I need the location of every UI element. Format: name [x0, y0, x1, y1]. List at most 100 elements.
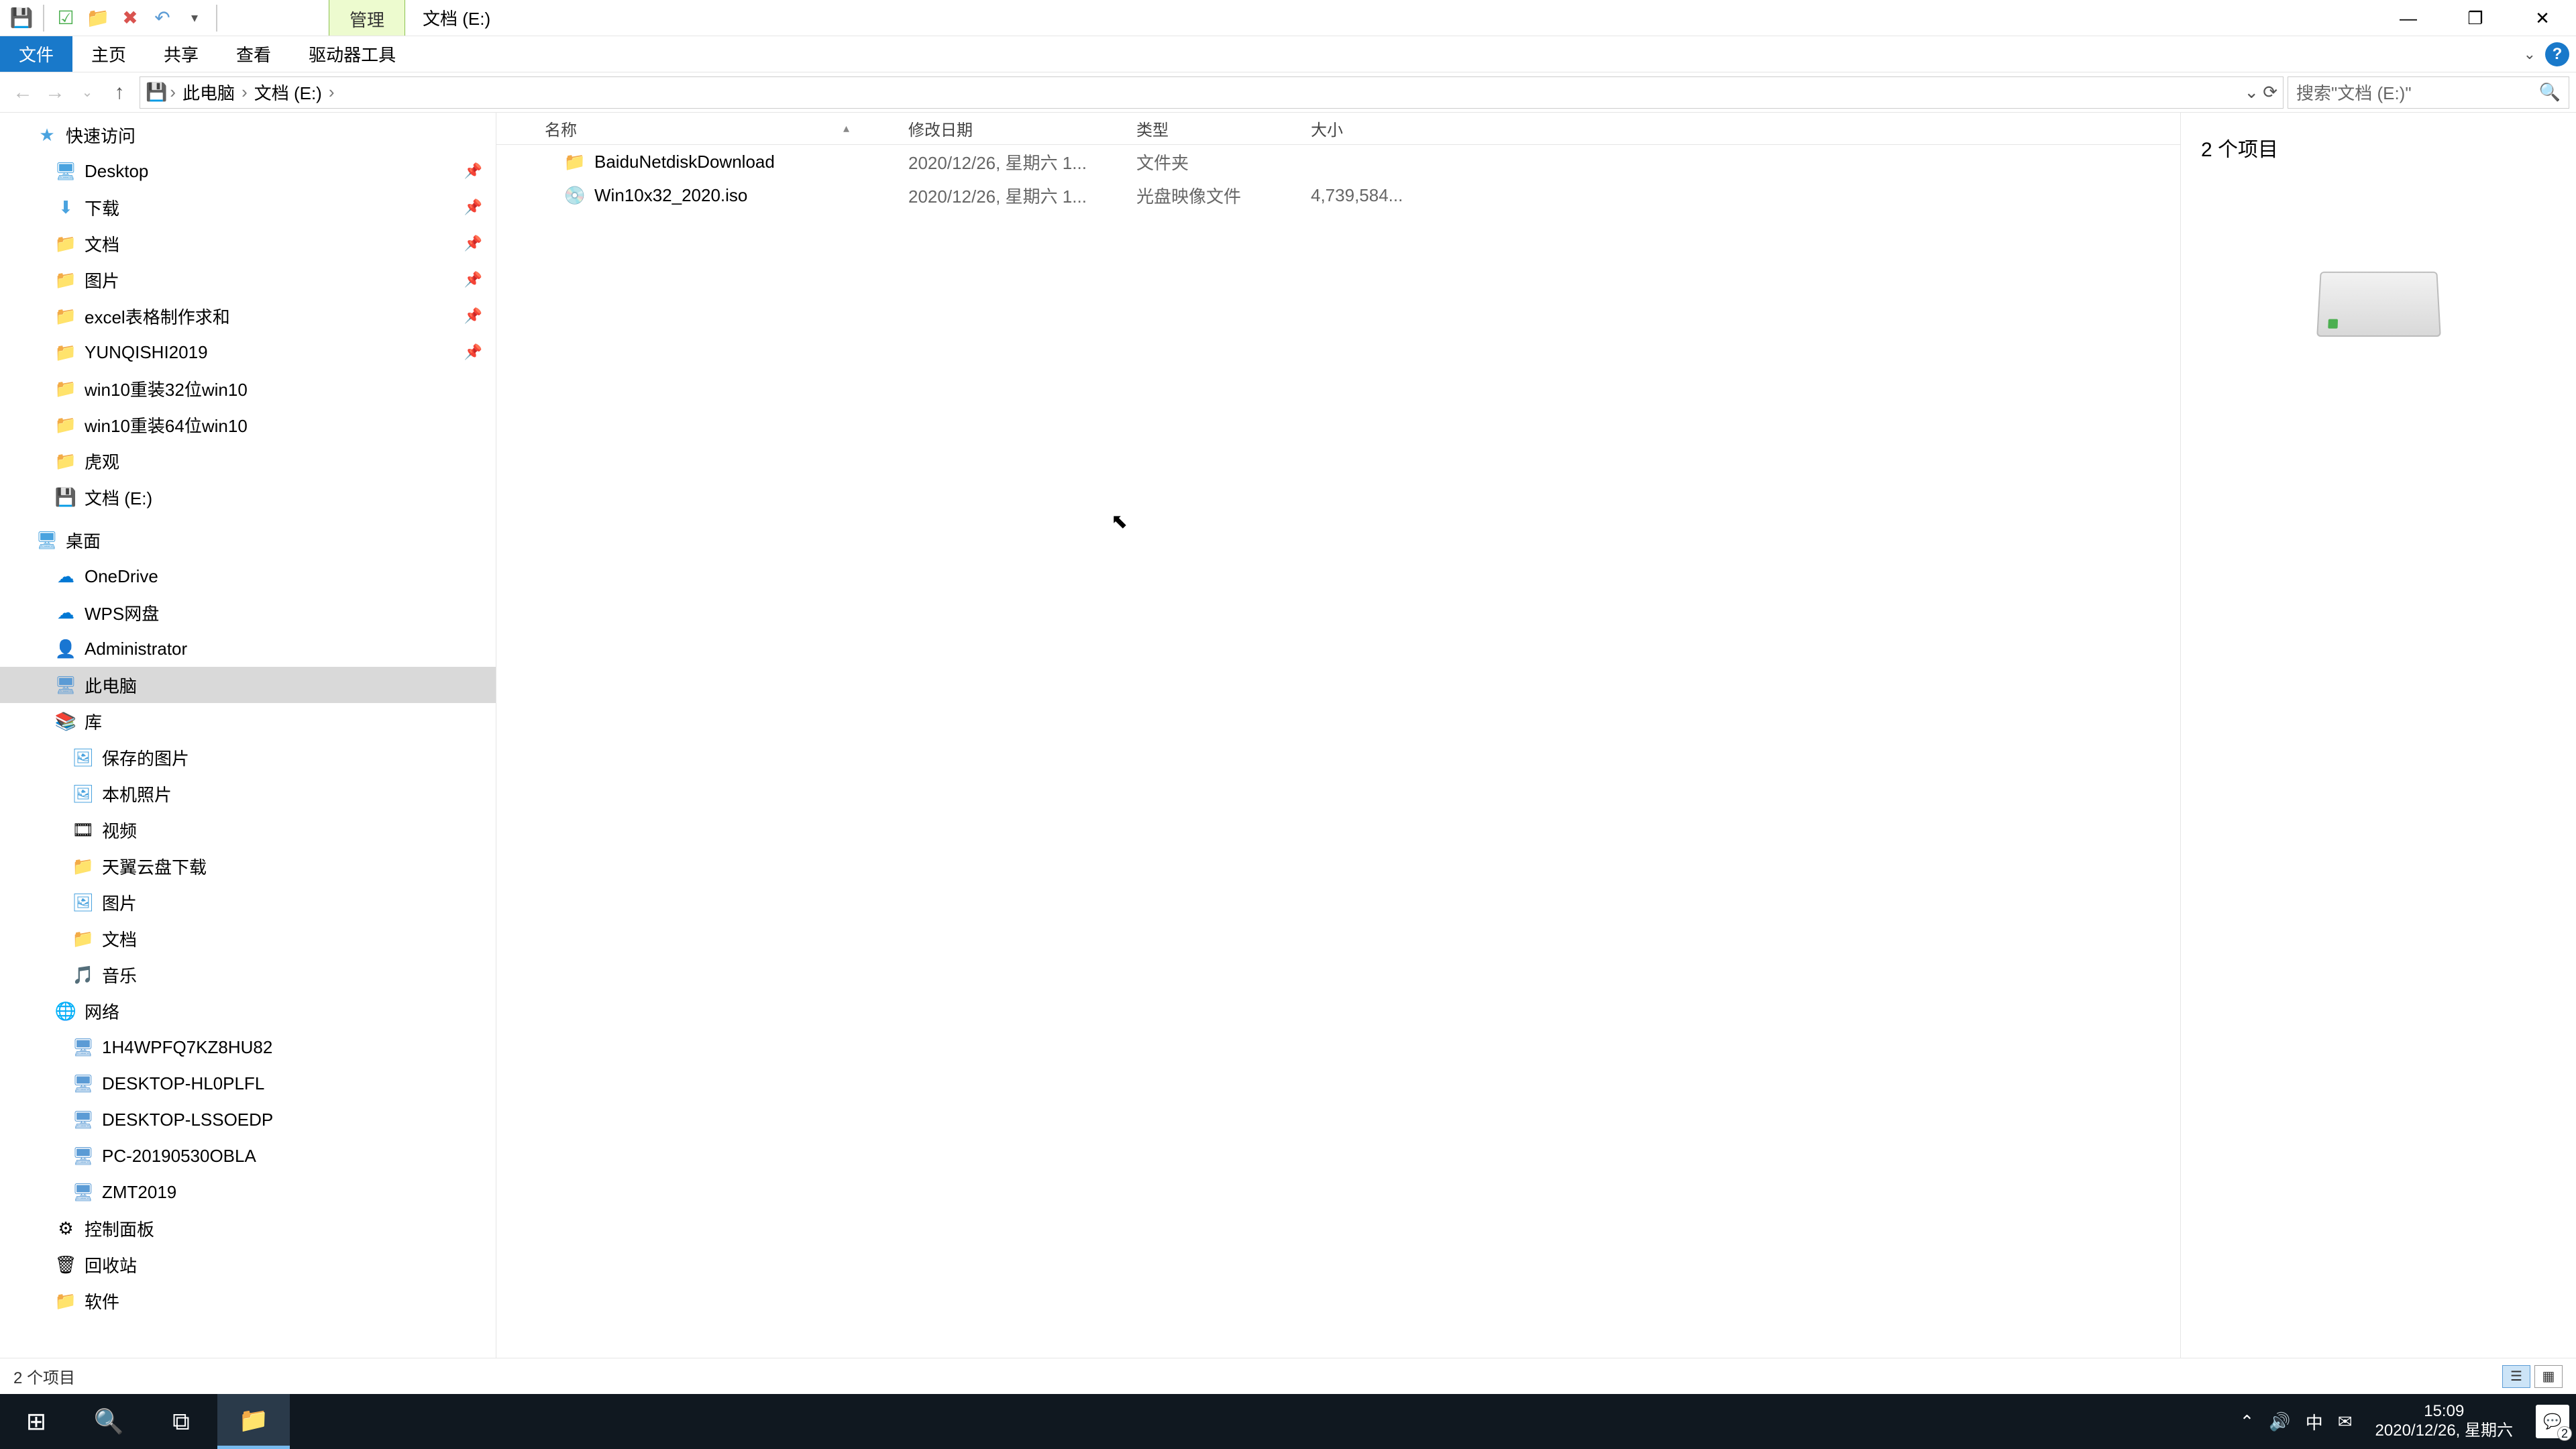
folder-icon: 📁	[55, 450, 76, 472]
search-button[interactable]: 🔍	[72, 1394, 145, 1449]
tree-desktop-root[interactable]: 🖥桌面	[0, 522, 496, 558]
details-view-button[interactable]: ☰	[2502, 1365, 2530, 1388]
drive-icon: 💾	[146, 82, 167, 103]
tree-this-pc[interactable]: 🖥此电脑	[0, 667, 496, 703]
explorer-taskbar-button[interactable]: 📁	[217, 1394, 290, 1449]
picture-icon: 🖼	[72, 783, 94, 804]
navigation-tree[interactable]: ★快速访问 🖥Desktop📌 ⬇下载📌 📁文档📌 📁图片📌 📁excel表格制…	[0, 113, 496, 1358]
tree-tianyi[interactable]: 📁天翼云盘下载	[0, 848, 496, 884]
tab-home[interactable]: 主页	[72, 36, 145, 72]
file-type: 光盘映像文件	[1127, 183, 1301, 208]
tree-local-photos[interactable]: 🖼本机照片	[0, 775, 496, 812]
tray-overflow-icon[interactable]: ⌃	[2240, 1411, 2255, 1432]
tree-docs2[interactable]: 📁文档	[0, 920, 496, 957]
mail-icon[interactable]: ✉	[2338, 1411, 2353, 1432]
tree-software[interactable]: 📁软件	[0, 1283, 496, 1319]
column-type[interactable]: 类型	[1127, 117, 1301, 140]
tree-win64[interactable]: 📁win10重装64位win10	[0, 407, 496, 443]
breadcrumb-pc[interactable]: 此电脑	[178, 80, 239, 105]
thumbnail-view-button[interactable]: ▦	[2534, 1365, 2563, 1388]
ime-indicator[interactable]: 中	[2306, 1409, 2323, 1434]
tree-pc5[interactable]: 🖥 ZMT2019	[0, 1174, 496, 1210]
tree-label: 图片	[102, 890, 137, 915]
tree-pictures[interactable]: 📁图片📌	[0, 262, 496, 298]
tree-libraries[interactable]: 📚库	[0, 703, 496, 739]
qat-dropdown-icon[interactable]: ▾	[180, 5, 209, 32]
chevron-right-icon[interactable]: ›	[167, 82, 178, 103]
tree-wps[interactable]: ☁WPS网盘	[0, 594, 496, 631]
star-icon: ★	[36, 124, 58, 146]
tree-network[interactable]: 🌐网络	[0, 993, 496, 1029]
close-button[interactable]: ✕	[2509, 0, 2576, 36]
file-row[interactable]: 💿Win10x32_2020.iso 2020/12/26, 星期六 1... …	[496, 178, 2180, 212]
forward-button[interactable]: →	[39, 76, 71, 109]
refresh-icon[interactable]: ⟳	[2263, 82, 2277, 103]
tree-downloads[interactable]: ⬇下载📌	[0, 189, 496, 225]
tree-label: ZMT2019	[102, 1182, 176, 1203]
help-icon[interactable]: ?	[2545, 42, 2569, 66]
tree-music[interactable]: 🎵音乐	[0, 957, 496, 993]
search-icon[interactable]: 🔍	[2539, 82, 2561, 103]
pin-icon: 📌	[464, 199, 482, 216]
pc-icon: 🖥	[72, 1109, 94, 1130]
minimize-button[interactable]: —	[2375, 0, 2442, 36]
task-view-button[interactable]: ⧉	[145, 1394, 217, 1449]
new-folder-icon[interactable]: 📁	[83, 5, 113, 32]
tree-excel[interactable]: 📁excel表格制作求和📌	[0, 298, 496, 334]
tab-share[interactable]: 共享	[145, 36, 217, 72]
column-name[interactable]: 名称▴	[496, 117, 899, 140]
tab-file[interactable]: 文件	[0, 36, 72, 72]
file-rows[interactable]: 📁BaiduNetdiskDownload 2020/12/26, 星期六 1.…	[496, 145, 2180, 1358]
pc-icon: 🖥	[72, 1181, 94, 1203]
clock[interactable]: 15:09 2020/12/26, 星期六	[2367, 1402, 2521, 1441]
folder-icon: 📁	[55, 305, 76, 327]
ribbon-tabs: 文件 主页 共享 查看 驱动器工具 ⌄ ?	[0, 36, 2576, 72]
action-center-button[interactable]: 💬2	[2536, 1405, 2569, 1438]
tree-documents[interactable]: 📁文档📌	[0, 225, 496, 262]
tree-recycle[interactable]: 🗑回收站	[0, 1246, 496, 1283]
drive-icon[interactable]: 💾	[7, 5, 36, 32]
delete-icon[interactable]: ✖	[115, 5, 145, 32]
chevron-right-icon[interactable]: ›	[239, 82, 250, 103]
column-date[interactable]: 修改日期	[899, 117, 1127, 140]
tree-yunqi[interactable]: 📁YUNQISHI2019📌	[0, 334, 496, 370]
start-button[interactable]: ⊞	[0, 1394, 72, 1449]
back-button[interactable]: ←	[7, 76, 39, 109]
file-row[interactable]: 📁BaiduNetdiskDownload 2020/12/26, 星期六 1.…	[496, 145, 2180, 178]
recent-dropdown-icon[interactable]: ⌄	[71, 76, 103, 109]
tab-view[interactable]: 查看	[217, 36, 290, 72]
chevron-right-icon[interactable]: ›	[326, 82, 337, 103]
tree-win32[interactable]: 📁win10重装32位win10	[0, 370, 496, 407]
ribbon-expand-icon[interactable]: ⌄	[2524, 46, 2536, 63]
status-text: 2 个项目	[13, 1364, 75, 1388]
volume-icon[interactable]: 🔊	[2269, 1411, 2290, 1432]
tree-control-panel[interactable]: ⚙控制面板	[0, 1210, 496, 1246]
context-tab-manage[interactable]: 管理	[329, 0, 405, 36]
tab-drive-tools[interactable]: 驱动器工具	[290, 36, 415, 72]
tree-admin[interactable]: 👤Administrator	[0, 631, 496, 667]
column-size[interactable]: 大小	[1301, 117, 1449, 140]
properties-icon[interactable]: ☑	[51, 5, 80, 32]
tree-onedrive[interactable]: ☁OneDrive	[0, 558, 496, 594]
tree-pc4[interactable]: 🖥PC-20190530OBLA	[0, 1138, 496, 1174]
breadcrumb[interactable]: 💾 › 此电脑 › 文档 (E:) › ⌄ ⟳	[140, 76, 2284, 109]
tree-pc3[interactable]: 🖥DESKTOP-LSSOEDP	[0, 1102, 496, 1138]
maximize-button[interactable]: ❐	[2442, 0, 2509, 36]
up-button[interactable]: ↑	[103, 76, 136, 109]
tree-videos[interactable]: 🎞视频	[0, 812, 496, 848]
tree-pc1[interactable]: 🖥1H4WPFQ7KZ8HU82	[0, 1029, 496, 1065]
address-dropdown-icon[interactable]: ⌄	[2244, 82, 2259, 103]
tree-quick-access[interactable]: ★快速访问	[0, 117, 496, 153]
folder-icon: 📁	[72, 855, 94, 877]
library-icon: 📚	[55, 710, 76, 732]
tree-huguan[interactable]: 📁虎观	[0, 443, 496, 479]
folder-icon: 📁	[55, 269, 76, 290]
undo-icon[interactable]: ↶	[148, 5, 177, 32]
tree-desktop[interactable]: 🖥Desktop📌	[0, 153, 496, 189]
breadcrumb-drive[interactable]: 文档 (E:)	[250, 80, 326, 105]
tree-pics2[interactable]: 🖼图片	[0, 884, 496, 920]
tree-pc2[interactable]: 🖥DESKTOP-HL0PLFL	[0, 1065, 496, 1102]
tree-saved-pics[interactable]: 🖼保存的图片	[0, 739, 496, 775]
tree-drive-e[interactable]: 💾文档 (E:)	[0, 479, 496, 515]
search-input[interactable]: 搜索"文档 (E:)" 🔍	[2288, 76, 2569, 109]
